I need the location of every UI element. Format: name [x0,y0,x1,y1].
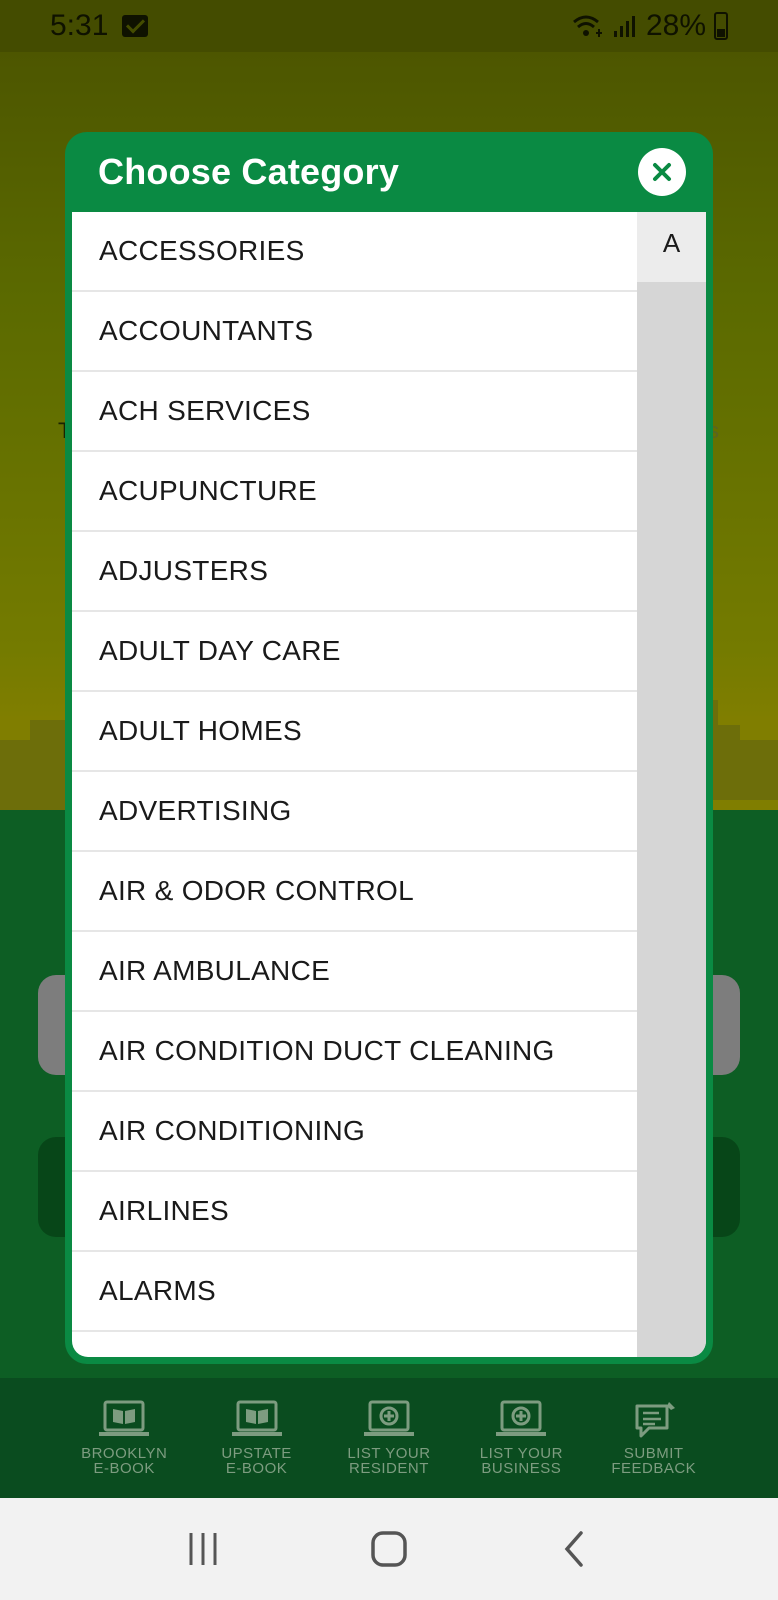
nav-label: SUBMIT FEEDBACK [611,1445,697,1477]
category-list[interactable]: ACCESSORIES ACCOUNTANTS ACH SERVICES ACU… [72,212,637,1357]
category-item[interactable]: ACCOUNTANTS [72,292,637,372]
category-item[interactable]: ADVERTISING [72,772,637,852]
nav-list-your-resident[interactable]: LIST YOUR RESIDENT [334,1400,444,1476]
wifi-icon [572,15,602,37]
category-item[interactable]: AIR AMBULANCE [72,932,637,1012]
close-button[interactable] [638,148,686,196]
system-navigation-bar [0,1498,778,1600]
nav-upstate-ebook[interactable]: UPSTATE E-BOOK [202,1400,312,1476]
add-listing-icon [496,1400,547,1436]
status-time: 5:31 [50,9,109,42]
home-button[interactable] [349,1519,429,1579]
dialog-title: Choose Category [98,151,400,192]
dialog-header: Choose Category [72,132,706,212]
back-button[interactable] [535,1519,615,1579]
mail-icon [122,15,149,37]
signal-icon [613,16,635,37]
category-item[interactable] [72,1332,637,1357]
bottom-navigation: BROOKLYN E-BOOK UPSTATE E-BOOK LIST YOUR… [0,1378,778,1498]
category-item[interactable]: ADULT HOMES [72,692,637,772]
index-letter-a[interactable]: A [637,212,706,282]
feedback-icon [635,1402,675,1438]
dialog-body: ACCESSORIES ACCOUNTANTS ACH SERVICES ACU… [72,212,706,1357]
battery-icon [714,12,728,40]
choose-category-dialog: Choose Category ACCESSORIES ACCOUNTANTS … [65,132,713,1364]
nav-submit-feedback[interactable]: SUBMIT FEEDBACK [599,1400,709,1476]
nav-label: UPSTATE E-BOOK [221,1445,292,1477]
category-item[interactable]: ACCESSORIES [72,212,637,292]
category-item[interactable]: ADULT DAY CARE [72,612,637,692]
category-item[interactable]: AIR & ODOR CONTROL [72,852,637,932]
status-indicators: 28% [572,9,728,43]
battery-percentage: 28% [645,9,706,42]
nav-label: BROOKLYN E-BOOK [81,1445,168,1477]
category-item[interactable]: AIR CONDITION DUCT CLEANING [72,1012,637,1092]
category-item[interactable]: AIRLINES [72,1172,637,1252]
category-item[interactable]: ACH SERVICES [72,372,637,452]
category-item[interactable]: AIR CONDITIONING [72,1092,637,1172]
ebook-icon [231,1400,282,1436]
home-icon [371,1531,407,1567]
status-bar: 5:31 28% [0,0,778,52]
nav-list-your-business[interactable]: LIST YOUR BUSINESS [466,1400,576,1476]
back-icon [564,1531,583,1567]
recent-apps-icon [189,1533,217,1565]
category-item[interactable]: ALARMS [72,1252,637,1332]
category-item[interactable]: ACUPUNCTURE [72,452,637,532]
nav-label: LIST YOUR BUSINESS [479,1445,563,1477]
ebook-icon [99,1400,150,1436]
close-icon [653,163,671,181]
category-item[interactable]: ADJUSTERS [72,532,637,612]
nav-label: LIST YOUR RESIDENT [347,1445,431,1477]
add-listing-icon [363,1400,414,1436]
nav-brooklyn-ebook[interactable]: BROOKLYN E-BOOK [69,1400,179,1476]
alphabet-index-bar[interactable]: A [637,212,706,1357]
recent-apps-button[interactable] [163,1519,243,1579]
